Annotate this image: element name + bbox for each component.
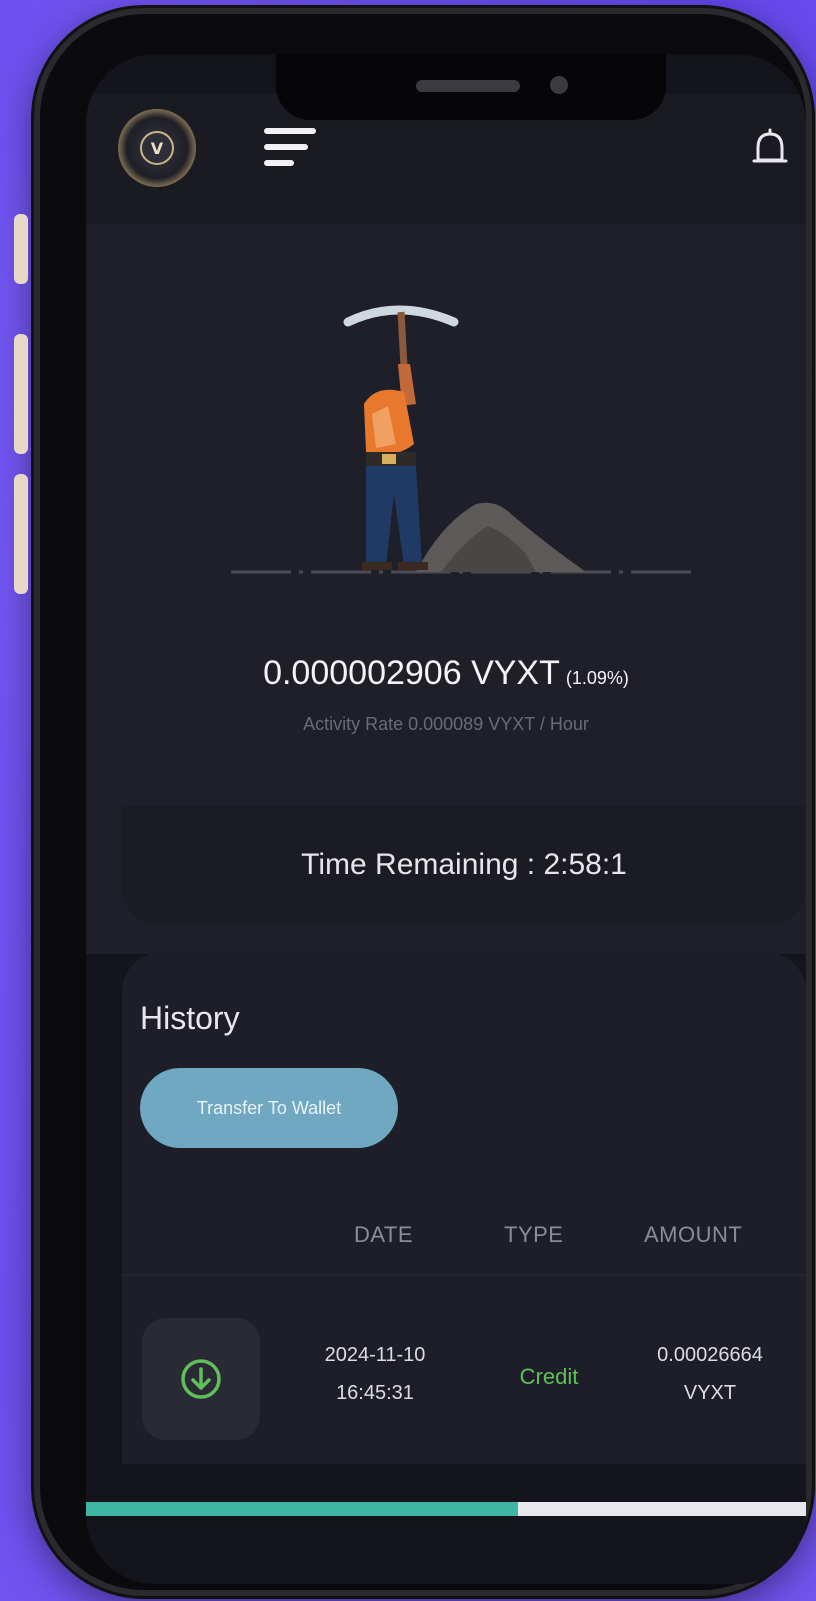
row-date-time: 16:45:31 (336, 1382, 414, 1404)
mining-balance: 0.000002906 VYXT (1.09%) (86, 654, 806, 693)
progress-fill (86, 1502, 518, 1516)
column-header-date: DATE (354, 1222, 414, 1247)
bell-icon[interactable] (750, 128, 790, 172)
front-camera (550, 76, 568, 94)
phone-volume-up-button (14, 334, 28, 454)
history-panel: History Transfer To Wallet DATE TYPE AMO… (122, 952, 806, 1552)
header-divider (122, 1274, 806, 1276)
time-remaining-box: Time Remaining : 2:58:1 (122, 806, 806, 924)
phone-frame: V 0.000002906 VYXT (1.09%) Activity Rate… (14, 8, 812, 1596)
transfer-to-wallet-button[interactable]: Transfer To Wallet (140, 1068, 398, 1148)
row-date-day: 2024-11-10 (324, 1344, 426, 1366)
phone-notch (276, 54, 666, 120)
logo-letter: V (140, 131, 174, 165)
mining-card: 0.000002906 VYXT (1.09%) Activity Rate 0.… (86, 224, 806, 954)
miner-illustration (231, 305, 691, 574)
time-remaining-text: Time Remaining : 2:58:1 (301, 848, 627, 881)
row-date: 2024-11-10 16:45:31 (300, 1336, 450, 1412)
column-header-amount: AMOUNT (644, 1222, 743, 1247)
row-amount: 0.00026664 VYXT (630, 1336, 790, 1412)
bottom-strip (86, 1464, 806, 1584)
row-amount-unit: VYXT (683, 1382, 737, 1404)
column-header-type: TYPE (504, 1222, 564, 1247)
phone-volume-down-button (14, 474, 28, 594)
balance-percent: (1.09%) (565, 668, 629, 688)
app-logo[interactable]: V (118, 109, 196, 187)
row-amount-value: 0.00026664 (657, 1344, 763, 1366)
transaction-icon-box (142, 1318, 260, 1440)
history-title: History (140, 1000, 240, 1036)
balance-amount: 0.000002906 VYXT (263, 654, 560, 692)
app-screen: V 0.000002906 VYXT (1.09%) Activity Rate… (86, 54, 806, 1584)
phone-mute-button (14, 214, 28, 284)
download-circle-icon (181, 1359, 221, 1399)
row-type: Credit (519, 1364, 579, 1389)
hamburger-menu-icon[interactable] (264, 128, 316, 172)
speaker-grille (416, 80, 520, 92)
progress-bar (86, 1502, 806, 1516)
activity-rate: Activity Rate 0.000089 VYXT / Hour (303, 714, 589, 734)
